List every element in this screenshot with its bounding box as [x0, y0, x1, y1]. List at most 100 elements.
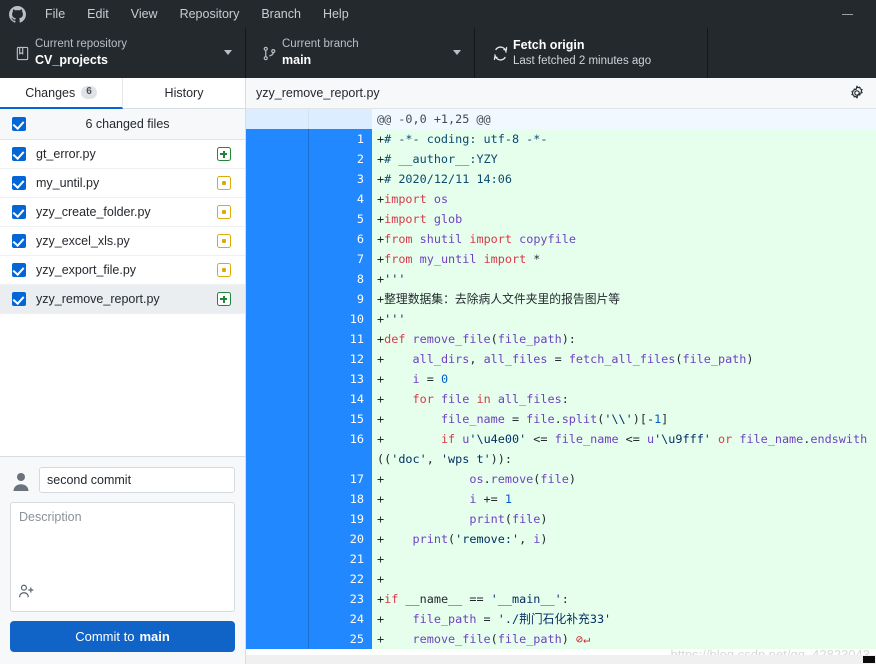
- gutter-new-line-number: 11: [309, 329, 372, 349]
- diff-line[interactable]: 21+: [246, 549, 876, 569]
- branch-icon: [256, 46, 282, 61]
- menu-help[interactable]: Help: [312, 0, 360, 28]
- toolbar-empty-area: [708, 28, 876, 78]
- diff-line[interactable]: 11+def remove_file(file_path):: [246, 329, 876, 349]
- diff-line-content: + if u'\u4e00' <= file_name <= u'\u9fff'…: [372, 429, 876, 469]
- changed-files-list[interactable]: gt_error.py my_until.pyyzy_create_folder.…: [0, 140, 245, 456]
- diff-line[interactable]: 3+# 2020/12/11 14:06: [246, 169, 876, 189]
- diff-line[interactable]: 18+ i += 1: [246, 489, 876, 509]
- diff-line[interactable]: 14+ for file in all_files:: [246, 389, 876, 409]
- diff-line-content: + print('remove:', i): [372, 529, 876, 549]
- gutter-old-line-number: [246, 249, 309, 269]
- gutter-old-line-number: [246, 109, 309, 129]
- diff-line[interactable]: 12+ all_dirs, all_files = fetch_all_file…: [246, 349, 876, 369]
- commit-description-box[interactable]: Description: [10, 502, 235, 612]
- diff-line-content: +# -*- coding: utf-8 -*-: [372, 129, 876, 149]
- current-branch-button[interactable]: Current branch main: [246, 28, 475, 78]
- diff-line[interactable]: 22+: [246, 569, 876, 589]
- diff-hunk-header: @@ -0,0 +1,25 @@: [246, 109, 876, 129]
- file-include-checkbox[interactable]: [12, 234, 26, 248]
- table-row[interactable]: yzy_create_folder.py: [0, 198, 245, 227]
- diff-body[interactable]: @@ -0,0 +1,25 @@1+# -*- coding: utf-8 -*…: [246, 109, 876, 664]
- repository-label: Current repository: [35, 37, 127, 52]
- gutter-old-line-number: [246, 329, 309, 349]
- diff-line[interactable]: 7+from my_until import *: [246, 249, 876, 269]
- diff-line[interactable]: 13+ i = 0: [246, 369, 876, 389]
- tab-history[interactable]: History: [123, 78, 245, 109]
- diff-line[interactable]: 10+''': [246, 309, 876, 329]
- table-row[interactable]: yzy_remove_report.py: [0, 285, 245, 314]
- gutter-old-line-number: [246, 629, 309, 649]
- diff-line[interactable]: 9+整理数据集：去除病人文件夹里的报告图片等: [246, 289, 876, 309]
- table-row[interactable]: yzy_export_file.py: [0, 256, 245, 285]
- sidebar: Changes 6 History 6 changed files gt_err…: [0, 78, 246, 664]
- gutter-new-line-number: 4: [309, 189, 372, 209]
- gutter-old-line-number: [246, 209, 309, 229]
- diff-line[interactable]: 16+ if u'\u4e00' <= file_name <= u'\u9ff…: [246, 429, 876, 469]
- tab-changes[interactable]: Changes 6: [0, 78, 123, 109]
- diff-line[interactable]: 4+import os: [246, 189, 876, 209]
- diff-line[interactable]: 5+import glob: [246, 209, 876, 229]
- person-avatar-icon: [10, 469, 32, 491]
- gutter-old-line-number: [246, 189, 309, 209]
- diff-line[interactable]: 15+ file_name = file.split('\\')[-1]: [246, 409, 876, 429]
- gear-icon[interactable]: [846, 82, 868, 104]
- commit-summary-row: [10, 467, 235, 493]
- menu-edit[interactable]: Edit: [76, 0, 120, 28]
- tab-changes-label: Changes: [25, 86, 75, 100]
- file-include-checkbox[interactable]: [12, 147, 26, 161]
- file-include-checkbox[interactable]: [12, 292, 26, 306]
- horizontal-scrollbar[interactable]: [246, 655, 876, 664]
- branch-label: Current branch: [282, 37, 359, 52]
- diff-line-content: +: [372, 549, 876, 569]
- minimize-button[interactable]: [832, 0, 862, 28]
- modified-file-icon: [217, 205, 231, 219]
- diff-line[interactable]: 1+# -*- coding: utf-8 -*-: [246, 129, 876, 149]
- add-coauthor-icon[interactable]: [18, 583, 35, 605]
- file-include-checkbox[interactable]: [12, 263, 26, 277]
- menu-repository[interactable]: Repository: [169, 0, 251, 28]
- gutter-new-line-number: 12: [309, 349, 372, 369]
- commit-summary-input[interactable]: [39, 467, 235, 493]
- diff-line[interactable]: 20+ print('remove:', i): [246, 529, 876, 549]
- diff-line[interactable]: 19+ print(file): [246, 509, 876, 529]
- fetch-origin-label: Fetch origin: [513, 37, 651, 54]
- diff-pane: yzy_remove_report.py @@ -0,0 +1,25 @@1+#…: [246, 78, 876, 664]
- diff-line-content: + i += 1: [372, 489, 876, 509]
- current-repository-button[interactable]: Current repository CV_projects: [0, 28, 246, 78]
- gutter-old-line-number: [246, 569, 309, 589]
- menu-branch[interactable]: Branch: [250, 0, 312, 28]
- file-name-label: yzy_excel_xls.py: [36, 234, 217, 248]
- table-row[interactable]: gt_error.py: [0, 140, 245, 169]
- modified-file-icon: [217, 176, 231, 190]
- diff-line[interactable]: 17+ os.remove(file): [246, 469, 876, 489]
- diff-line[interactable]: 2+# __author__:YZY: [246, 149, 876, 169]
- fetch-origin-button[interactable]: Fetch origin Last fetched 2 minutes ago: [475, 28, 708, 78]
- diff-line-content: +from my_until import *: [372, 249, 876, 269]
- select-all-checkbox[interactable]: [12, 117, 26, 131]
- gutter-new-line-number: 23: [309, 589, 372, 609]
- file-include-checkbox[interactable]: [12, 205, 26, 219]
- diff-line-content: + file_path = './荆门石化补充33': [372, 609, 876, 629]
- gutter-new-line-number: 17: [309, 469, 372, 489]
- gutter-new-line-number: 16: [309, 429, 372, 469]
- commit-to-branch-button[interactable]: Commit to main: [10, 621, 235, 652]
- diff-line[interactable]: 24+ file_path = './荆门石化补充33': [246, 609, 876, 629]
- diff-line-content: +# __author__:YZY: [372, 149, 876, 169]
- chevron-down-icon: [224, 50, 232, 55]
- menu-file[interactable]: File: [34, 0, 76, 28]
- sidebar-tabs: Changes 6 History: [0, 78, 245, 109]
- file-include-checkbox[interactable]: [12, 176, 26, 190]
- diff-line[interactable]: 25+ remove_file(file_path) ⊘↵: [246, 629, 876, 649]
- diff-line[interactable]: 23+if __name__ == '__main__':: [246, 589, 876, 609]
- new-file-icon: [217, 147, 231, 161]
- menu-view[interactable]: View: [120, 0, 169, 28]
- diff-line[interactable]: 8+''': [246, 269, 876, 289]
- gutter-new-line-number: [309, 109, 372, 129]
- file-name-label: gt_error.py: [36, 147, 217, 161]
- gutter-new-line-number: 2: [309, 149, 372, 169]
- table-row[interactable]: yzy_excel_xls.py: [0, 227, 245, 256]
- scrollbar-thumb[interactable]: [863, 656, 875, 663]
- table-row[interactable]: my_until.py: [0, 169, 245, 198]
- diff-line[interactable]: 6+from shutil import copyfile: [246, 229, 876, 249]
